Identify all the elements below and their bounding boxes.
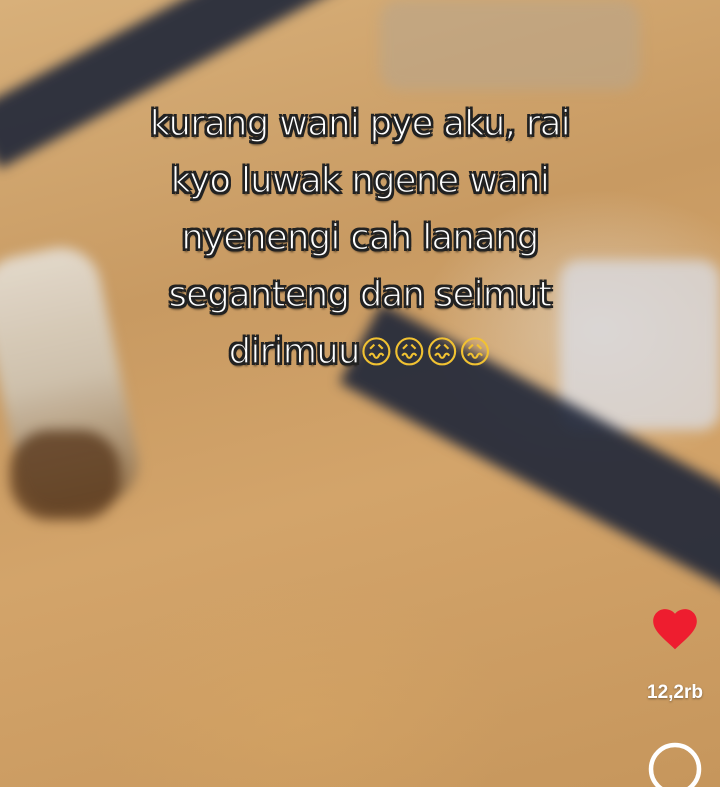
video-screen[interactable]: kurang wani pye aku, rai kyo luwak ngene…: [0, 0, 720, 787]
caption-line: seganteng dan seimut: [168, 274, 553, 315]
caption-line: nyenengi cah lanang: [181, 217, 540, 258]
caption-line-last: dirimuu😖😖😖😖: [80, 324, 640, 381]
heart-icon: [653, 609, 697, 650]
action-rail: 12,2rb: [630, 600, 720, 787]
like-count: 12,2rb: [647, 682, 703, 703]
comment-button[interactable]: [645, 740, 705, 787]
video-caption: kurang wani pye aku, rai kyo luwak ngene…: [80, 96, 640, 381]
caption-line: dirimuu: [228, 331, 361, 372]
comment-icon: [648, 742, 702, 787]
caption-emoji: 😖😖😖😖: [359, 333, 492, 371]
background-blur-shape: [380, 0, 640, 90]
like-button[interactable]: [645, 600, 705, 654]
caption-line: kurang wani pye aku, rai: [149, 103, 571, 144]
background-blur-shape: [10, 430, 120, 520]
caption-line: kyo luwak ngene wani: [170, 160, 550, 201]
